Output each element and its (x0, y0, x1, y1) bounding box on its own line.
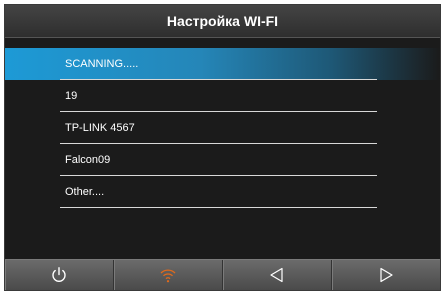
network-item-tp-link-4567[interactable]: TP-LINK 4567 (5, 112, 440, 144)
page-title: Настройка WI-FI (166, 13, 279, 29)
network-label: SCANNING..... (65, 58, 139, 70)
wifi-settings-screen: Настройка WI-FI SCANNING..... 19 TP-LINK… (4, 4, 441, 291)
bottom-toolbar (5, 259, 440, 290)
network-item-19[interactable]: 19 (5, 80, 440, 112)
network-list: SCANNING..... 19 TP-LINK 4567 Falcon09 O… (5, 48, 440, 208)
title-bar: Настройка WI-FI (5, 5, 440, 38)
network-label: 19 (65, 90, 78, 102)
triangle-right-icon (377, 266, 395, 284)
network-label: Other.... (65, 186, 105, 198)
wifi-button[interactable] (114, 260, 223, 290)
divider (60, 207, 377, 208)
triangle-left-icon (268, 266, 286, 284)
power-button[interactable] (5, 260, 114, 290)
network-label: Falcon09 (65, 154, 111, 166)
forward-button[interactable] (332, 260, 440, 290)
wifi-icon (159, 266, 177, 284)
network-item-scanning[interactable]: SCANNING..... (5, 48, 440, 80)
network-item-other[interactable]: Other.... (5, 176, 440, 208)
network-item-falcon09[interactable]: Falcon09 (5, 144, 440, 176)
power-icon (50, 266, 68, 284)
back-button[interactable] (223, 260, 332, 290)
network-label: TP-LINK 4567 (65, 122, 135, 134)
